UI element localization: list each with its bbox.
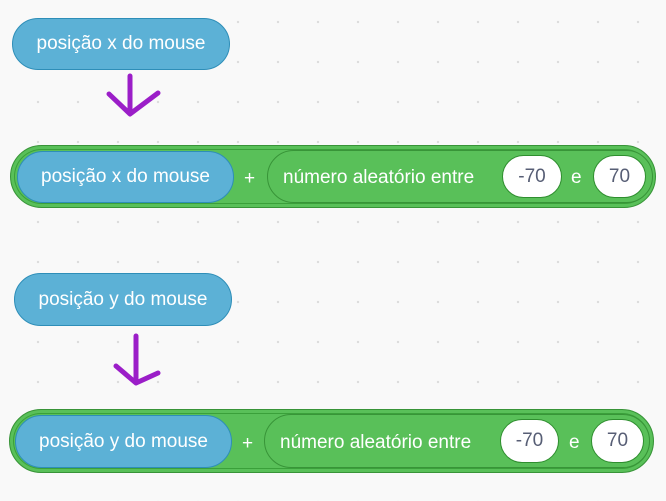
plus-symbol: +: [242, 433, 254, 454]
random-from-value: -70: [518, 165, 546, 187]
and-label: e: [569, 432, 580, 453]
random-to-input[interactable]: 70: [593, 155, 646, 198]
down-arrow-icon: [113, 333, 161, 386]
random-operator-label: número aleatório entre: [280, 432, 472, 453]
random-from-value: -70: [515, 430, 544, 451]
mouse-x-reporter[interactable]: posição x do mouse: [12, 18, 230, 70]
random-to-input[interactable]: 70: [591, 419, 644, 463]
down-arrow-icon: [106, 73, 161, 117]
plus-symbol: +: [244, 168, 256, 189]
random-to-value: 70: [608, 165, 631, 187]
mouse-y-reporter-label: posição y do mouse: [38, 288, 208, 310]
mouse-y-reporter-nested[interactable]: posição y do mouse: [15, 415, 232, 468]
mouse-y-reporter-nested-label: posição y do mouse: [39, 430, 208, 452]
mouse-x-reporter-label: posição x do mouse: [36, 33, 206, 54]
random-from-input[interactable]: -70: [502, 155, 562, 198]
random-operator-label: número aleatório entre: [283, 167, 475, 188]
mouse-x-reporter-nested[interactable]: posição x do mouse: [17, 151, 234, 203]
random-from-input[interactable]: -70: [500, 419, 559, 463]
mouse-y-reporter[interactable]: posição y do mouse: [14, 273, 232, 326]
and-label: e: [571, 167, 582, 188]
random-to-value: 70: [606, 430, 629, 451]
mouse-x-reporter-nested-label: posição x do mouse: [41, 166, 210, 187]
